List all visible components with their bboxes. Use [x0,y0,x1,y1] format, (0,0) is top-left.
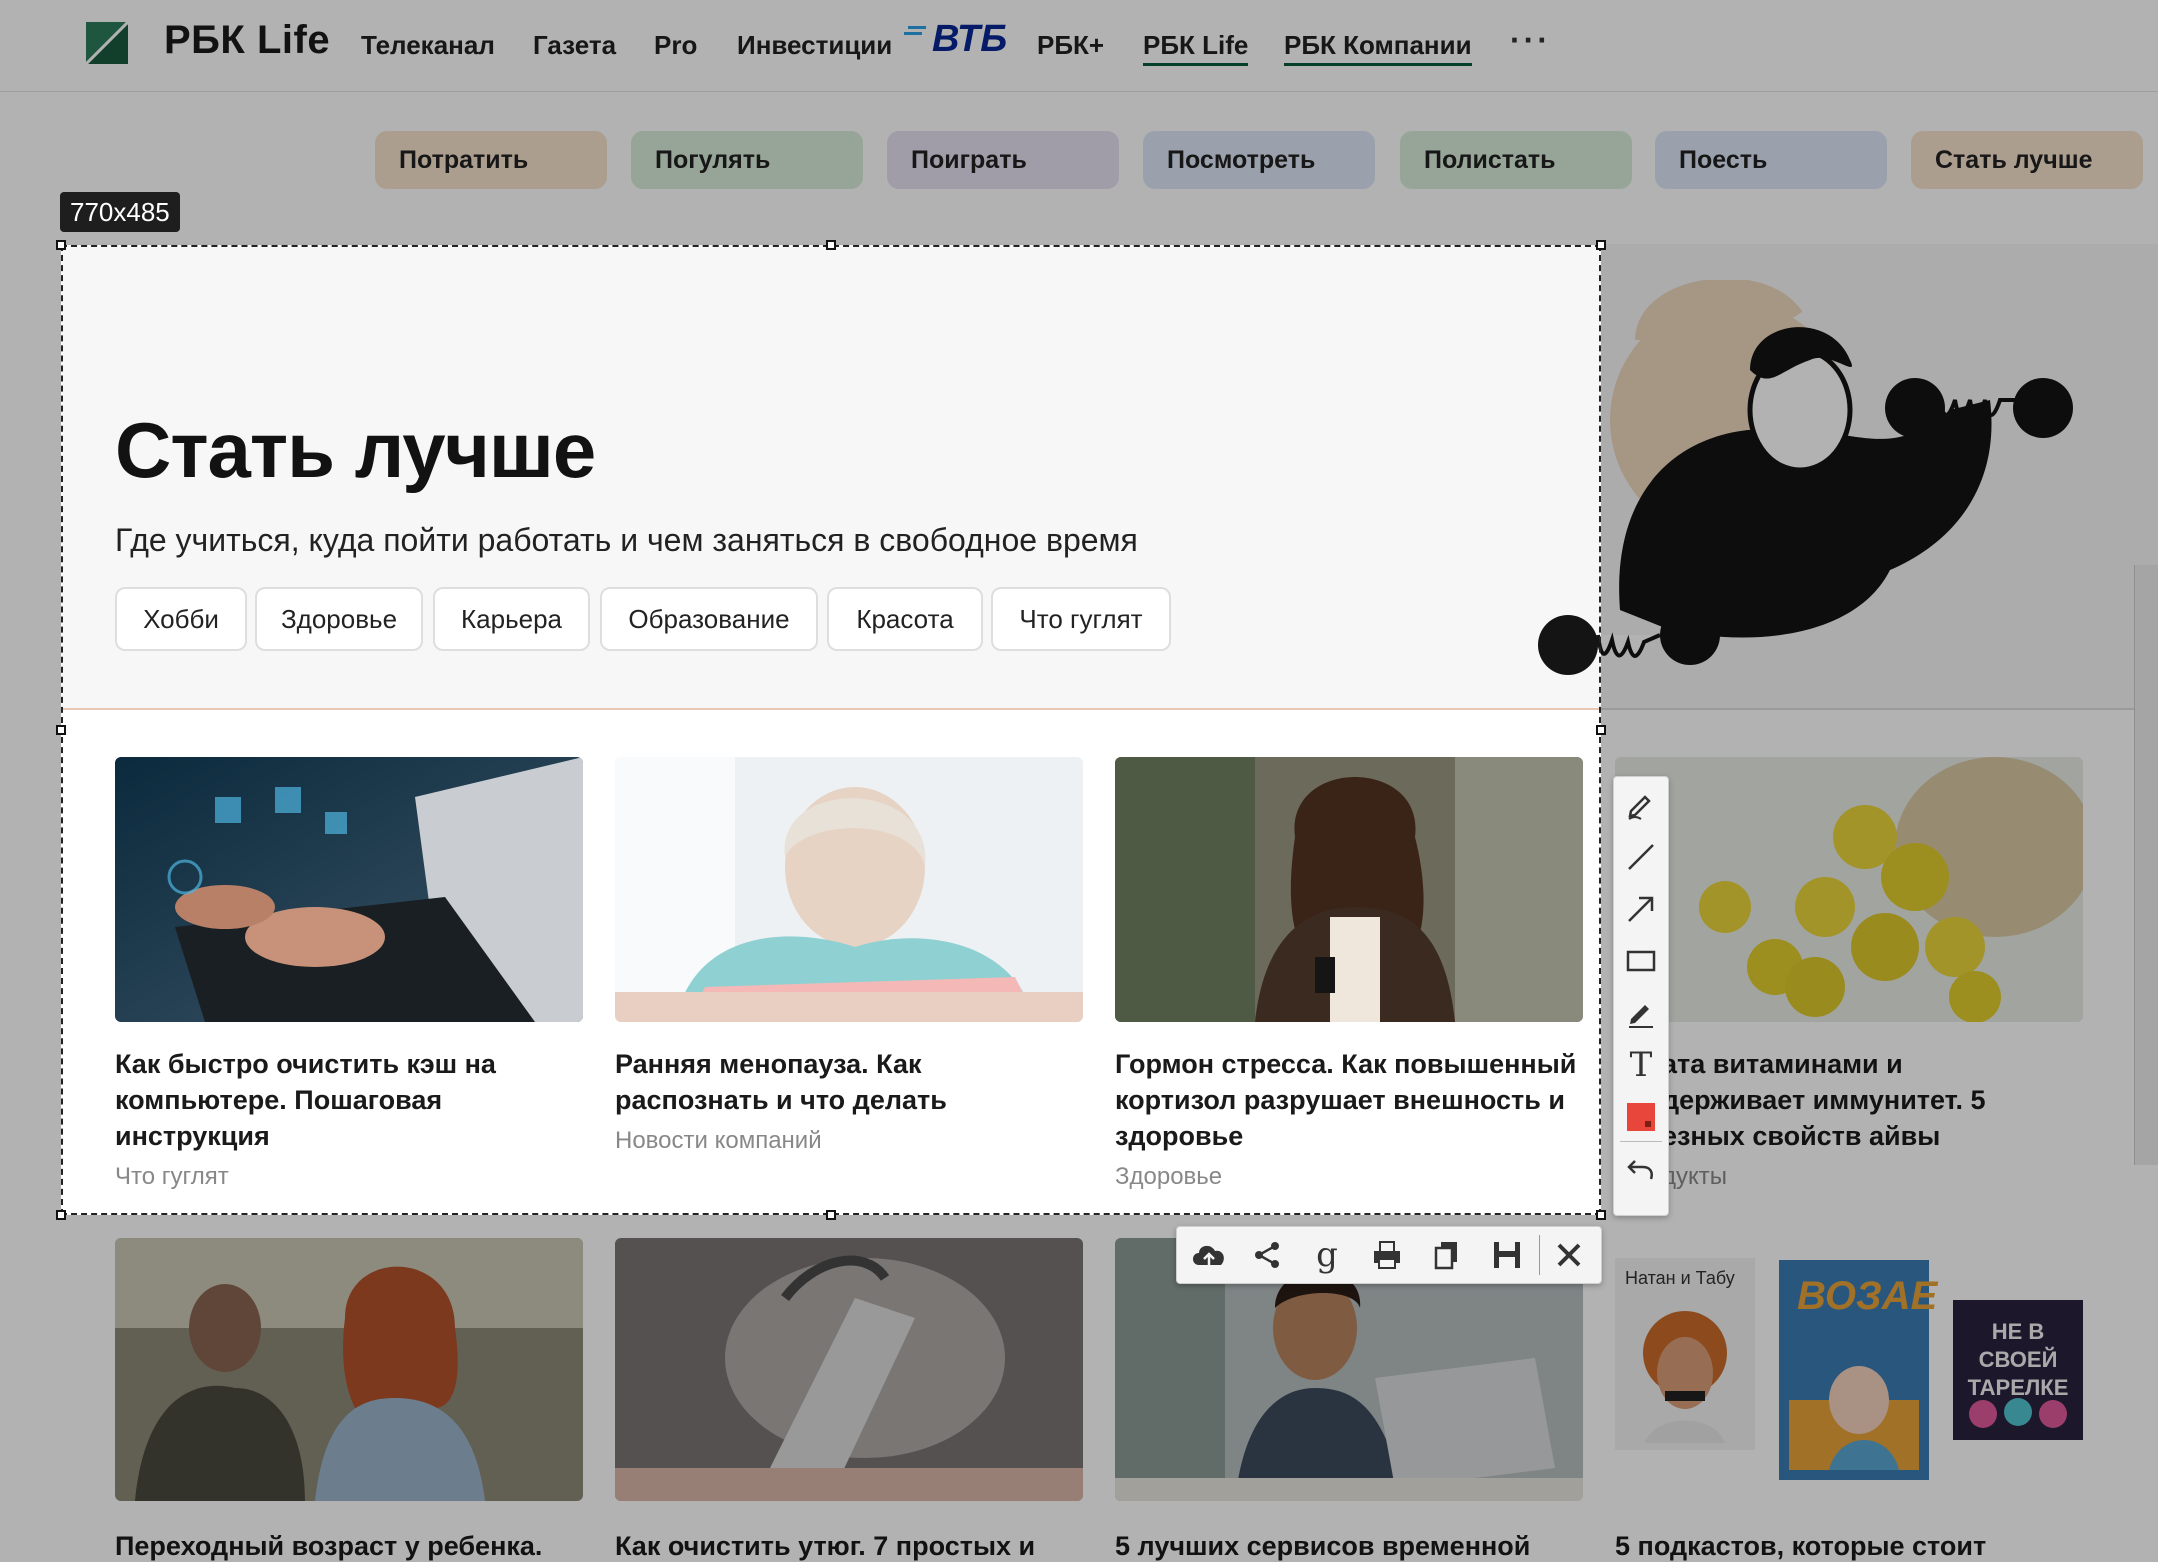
resize-handle-nw[interactable] [56,240,66,250]
resize-handle-se[interactable] [1596,1210,1606,1220]
color-icon[interactable] [1621,1097,1661,1137]
overlay-dim-bottom [0,1215,2158,1562]
selection-size-label: 770x485 [60,192,180,232]
rectangle-icon[interactable] [1621,941,1661,981]
upload-icon[interactable] [1187,1235,1231,1275]
overlay-dim-right [1601,245,2158,1215]
save-icon[interactable] [1485,1235,1529,1275]
toolbar-divider [1620,1141,1662,1142]
resize-handle-ne[interactable] [1596,240,1606,250]
arrow-icon[interactable] [1621,889,1661,929]
resize-handle-s[interactable] [826,1210,836,1220]
resize-handle-e[interactable] [1596,725,1606,735]
resize-handle-sw[interactable] [56,1210,66,1220]
resize-handle-w[interactable] [56,725,66,735]
marker-icon[interactable] [1621,993,1661,1033]
overlay-dim-top [0,0,2158,245]
undo-icon[interactable] [1621,1149,1661,1189]
action-toolbar: g [1176,1226,1602,1284]
pencil-icon[interactable] [1621,785,1661,825]
text-icon[interactable]: T [1621,1045,1661,1085]
overlay-dim-left [0,245,61,1215]
resize-handle-n[interactable] [826,240,836,250]
google-icon[interactable]: g [1305,1235,1349,1275]
copy-icon[interactable] [1425,1235,1469,1275]
selection-area[interactable] [61,245,1601,1215]
share-icon[interactable] [1245,1235,1289,1275]
toolbar-divider [1539,1235,1540,1275]
close-icon[interactable] [1547,1235,1591,1275]
print-icon[interactable] [1365,1235,1409,1275]
line-icon[interactable] [1621,837,1661,877]
drawing-toolbar: T [1613,776,1669,1216]
